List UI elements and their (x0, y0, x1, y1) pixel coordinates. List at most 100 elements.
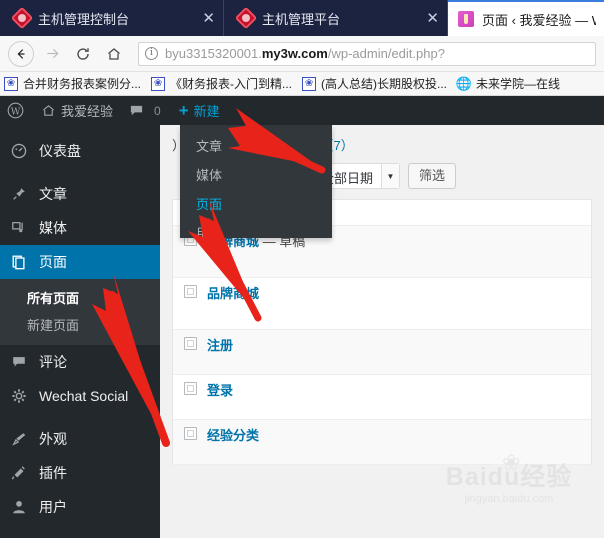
sidebar-item-wechat-social[interactable]: Wechat Social (0, 379, 160, 413)
row-title-cell: 登录 (207, 375, 233, 399)
browser-tab-2-label: 主机管理平台 (262, 11, 341, 27)
bookmarks-bar: ❀ 合并财务报表案例分... ❀ 《财务报表-入门到精... ❀ (高人总结)长… (0, 72, 604, 96)
bookmark-item[interactable]: ❀ 合并财务报表案例分... (4, 75, 141, 92)
row-title-cell: 注册 (207, 330, 233, 354)
close-icon[interactable]: ✕ (192, 10, 215, 26)
sidebar-item-label: 用户 (39, 499, 67, 515)
bookmark-item[interactable]: ❀ (高人总结)长期股权投... (302, 75, 447, 92)
sidebar-item-posts[interactable]: 文章 (0, 177, 160, 211)
page-title-link[interactable]: 经验分类 (207, 428, 259, 443)
page-icon (11, 254, 33, 270)
browser-tab-2[interactable]: 主机管理平台 ✕ (224, 0, 448, 36)
wp-admin-bar: W 我爱经验 0 + 新建 (0, 96, 604, 125)
chevron-down-icon[interactable]: ▼ (381, 164, 400, 188)
browser-tab-3-label: 页面 ‹ 我爱经验 — Wo (482, 12, 596, 28)
new-content-dropdown: 文章 媒体 页面 用户 (180, 125, 332, 241)
sidebar-item-label: 文章 (39, 186, 67, 202)
pin-icon (11, 186, 33, 202)
sidebar-subitem-new-page[interactable]: 新建页面 (0, 311, 160, 338)
home-button[interactable] (101, 41, 127, 67)
wordpress-logo-icon[interactable]: W (0, 96, 33, 125)
watermark-sub-text: jingyan.baidu.com (464, 493, 554, 505)
row-checkbox[interactable] (183, 285, 197, 298)
wordpress-favicon (458, 11, 474, 27)
row-title-cell: 品牌商城 (207, 278, 259, 302)
url-domain: my3w.com (261, 46, 328, 61)
dashboard-icon (11, 143, 33, 159)
site-name-menu[interactable]: 我爱经验 (33, 96, 121, 125)
bookmark-item[interactable]: ❀ 《财务报表-入门到精... (151, 75, 292, 92)
host-favicon (10, 6, 34, 30)
forward-button[interactable] (39, 41, 65, 67)
reload-button[interactable] (70, 41, 96, 67)
back-button[interactable] (8, 40, 34, 67)
row-checkbox[interactable] (183, 427, 197, 440)
comment-icon (129, 103, 144, 118)
baidu-paw-icon: ❀ (151, 76, 166, 91)
tab-strip: 主机管理控制台 ✕ 主机管理平台 ✕ 页面 ‹ 我爱经验 — Wo (0, 0, 604, 36)
media-icon (11, 220, 33, 236)
browser-tab-1[interactable]: 主机管理控制台 ✕ (0, 0, 224, 36)
table-row[interactable]: 品牌商城 (173, 278, 591, 330)
sidebar-item-media[interactable]: 媒体 (0, 211, 160, 245)
table-row[interactable]: 经验分类 (173, 420, 591, 465)
row-checkbox-cell (173, 420, 207, 440)
row-checkbox-cell (173, 375, 207, 395)
sidebar-item-label: 评论 (39, 354, 67, 370)
sidebar-item-plugins[interactable]: 插件 (0, 456, 160, 490)
site-name-label: 我爱经验 (61, 104, 114, 119)
sidebar-item-label: Wechat Social (39, 388, 129, 404)
filter-button[interactable]: 筛选 (408, 163, 457, 189)
comments-bubble[interactable]: 0 (121, 96, 169, 125)
sidebar-item-label: 插件 (39, 465, 67, 481)
home-icon (41, 103, 56, 118)
close-icon[interactable]: ✕ (416, 10, 439, 26)
row-title-cell: 经验分类 (207, 420, 259, 444)
brush-icon (11, 431, 33, 447)
new-dropdown-item-page[interactable]: 页面 (180, 189, 332, 218)
row-checkbox-cell (173, 330, 207, 350)
browser-tab-3[interactable]: 页面 ‹ 我爱经验 — Wo (448, 0, 604, 36)
new-dropdown-item-user[interactable]: 用户 (180, 218, 332, 247)
sidebar-item-comments[interactable]: 评论 (0, 345, 160, 379)
comment-count: 0 (154, 103, 161, 118)
sidebar-item-appearance[interactable]: 外观 (0, 422, 160, 456)
sidebar-item-label: 外观 (39, 431, 67, 447)
bookmark-label: 《财务报表-入门到精... (170, 77, 293, 91)
table-row[interactable]: 注册 (173, 330, 591, 375)
new-dropdown-item-post[interactable]: 文章 (180, 131, 332, 160)
site-info-icon[interactable]: i (145, 47, 158, 60)
page-title-link[interactable]: 注册 (207, 338, 233, 353)
svg-text:W: W (11, 106, 21, 117)
sidebar-item-dashboard[interactable]: 仪表盘 (0, 134, 160, 168)
row-checkbox[interactable] (183, 382, 197, 395)
bookmark-label: (高人总结)长期股权投... (321, 77, 448, 91)
url-subdomain: byu3315320001. (165, 46, 262, 61)
bookmark-label: 合并财务报表案例分... (23, 77, 142, 91)
sidebar-item-pages[interactable]: 页面 (0, 245, 168, 279)
browser-toolbar: i byu3315320001.my3w.com/wp-admin/edit.p… (0, 36, 604, 72)
sidebar-item-label: 媒体 (39, 220, 67, 236)
bookmark-item[interactable]: 🌐 未来学院—在线 (456, 75, 560, 92)
baidu-paw-icon: ❀ (302, 76, 317, 91)
gear-icon (11, 388, 33, 404)
baidu-paw-icon: ❀ (4, 76, 18, 91)
plugin-icon (11, 465, 33, 481)
sidebar-item-users[interactable]: 用户 (0, 490, 160, 524)
browser-tab-1-label: 主机管理控制台 (38, 11, 130, 27)
sidebar-submenu-pages: 所有页面 新建页面 (0, 279, 160, 345)
sidebar-item-label: 页面 (39, 254, 67, 270)
address-bar[interactable]: i byu3315320001.my3w.com/wp-admin/edit.p… (138, 41, 596, 66)
new-content-menu[interactable]: + 新建 (169, 96, 228, 125)
plus-icon: + (178, 100, 189, 120)
url-path: /wp-admin/edit.php? (327, 46, 445, 61)
table-row[interactable]: 登录 (173, 375, 591, 420)
page-title-link[interactable]: 登录 (207, 383, 233, 398)
row-checkbox[interactable] (183, 337, 197, 350)
user-icon (11, 499, 33, 515)
new-dropdown-item-media[interactable]: 媒体 (180, 160, 332, 189)
sidebar-subitem-all-pages[interactable]: 所有页面 (0, 284, 160, 311)
page-title-link[interactable]: 品牌商城 (207, 286, 259, 301)
